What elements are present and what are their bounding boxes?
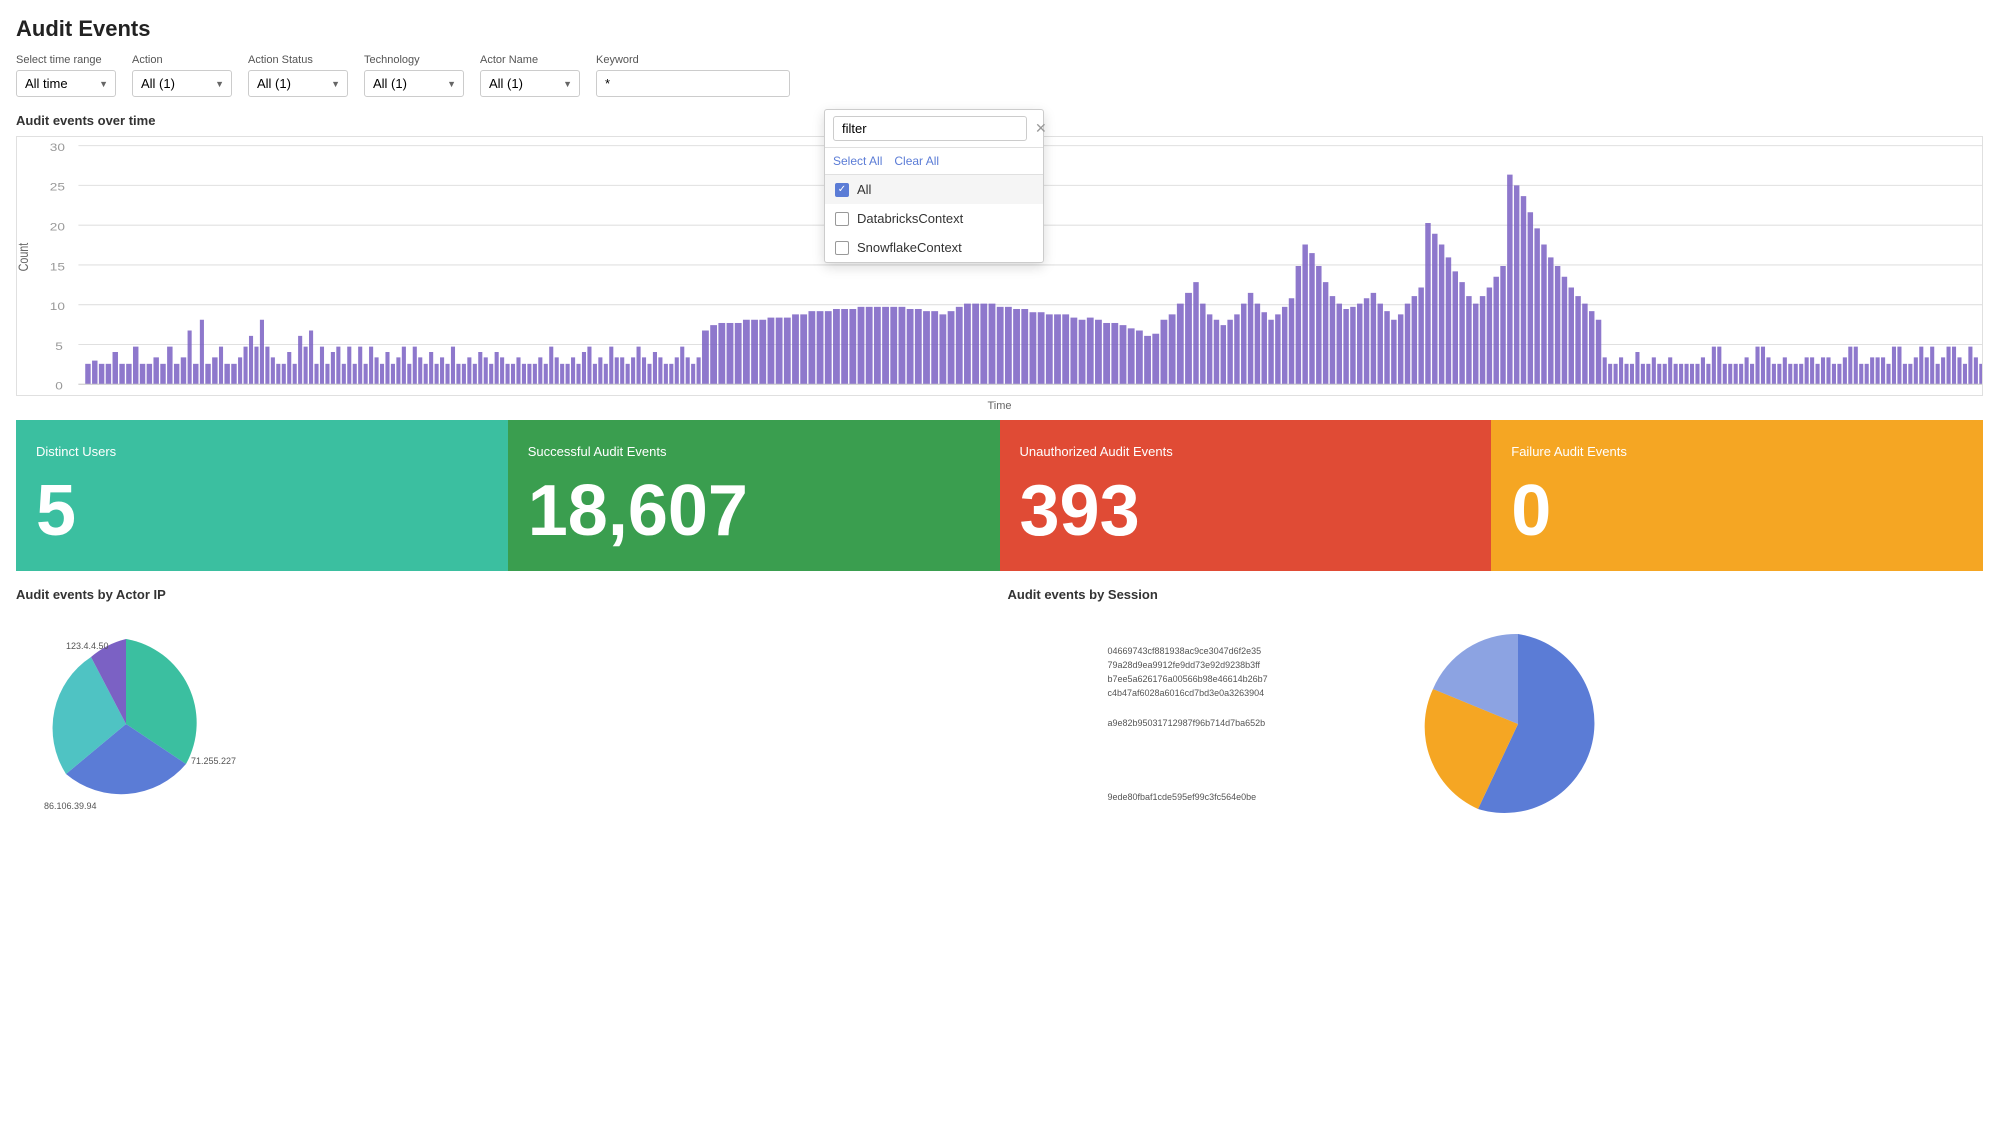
stat-card-failure: Failure Audit Events 0 — [1491, 420, 1983, 571]
action-status-select-wrapper: All (1) — [248, 70, 348, 97]
dropdown-actions: Select All Clear All — [825, 148, 1043, 175]
technology-select-wrapper: All (1) — [364, 70, 464, 97]
svg-text:86.106.39.94: 86.106.39.94 — [44, 801, 97, 811]
filter-group-actor-name: Actor Name All (1) — [480, 54, 580, 97]
stat-card-label-0: Distinct Users — [36, 444, 488, 459]
action-select[interactable]: All (1) — [132, 70, 232, 97]
stat-card-label-3: Failure Audit Events — [1511, 444, 1963, 459]
filter-label-time: Select time range — [16, 54, 116, 66]
dropdown-option-databricks[interactable]: DatabricksContext — [825, 204, 1043, 233]
svg-text:15: 15 — [50, 261, 65, 273]
bottom-charts: Audit events by Actor IP 123.4.4.50 71.2… — [16, 587, 1983, 834]
filter-group-action-status: Action Status All (1) — [248, 54, 348, 97]
stat-card-value-2: 393 — [1020, 475, 1472, 547]
actor-ip-pie-svg: 123.4.4.50 71.255.227.20 86.106.39.94 — [16, 619, 236, 829]
actor-ip-section: Audit events by Actor IP 123.4.4.50 71.2… — [16, 587, 992, 834]
actor-name-select[interactable]: All (1) — [480, 70, 580, 97]
session-pie-svg — [1418, 624, 1618, 824]
keyword-input[interactable] — [596, 70, 790, 97]
filter-label-keyword: Keyword — [596, 54, 790, 66]
clear-all-button[interactable]: Clear All — [894, 154, 939, 168]
dropdown-search-row: ✕ — [825, 110, 1043, 148]
session-pie-container: 04669743cf881938ac9ce3047d6f2e35 79a28d9… — [1008, 614, 1984, 834]
time-range-select-wrapper: All time — [16, 70, 116, 97]
session-label-5: 9ede80fbaf1cde595ef99c3fc564e0be — [1108, 792, 1388, 802]
session-label-1: 79a28d9ea9912fe9dd73e92d9238b3ff — [1108, 660, 1388, 670]
filter-label-action-status: Action Status — [248, 54, 348, 66]
session-label-3: c4b47af6028a6016cd7bd3e0a3263904 — [1108, 688, 1388, 698]
technology-select[interactable]: All (1) — [364, 70, 464, 97]
svg-text:5: 5 — [55, 340, 63, 352]
session-label-0: 04669743cf881938ac9ce3047d6f2e35 — [1108, 646, 1388, 656]
stat-card-successful: Successful Audit Events 18,607 — [508, 420, 1000, 571]
stat-card-value-1: 18,607 — [528, 475, 980, 547]
stat-card-distinct-users: Distinct Users 5 — [16, 420, 508, 571]
filter-group-time: Select time range All time — [16, 54, 116, 97]
dropdown-search-input[interactable] — [833, 116, 1027, 141]
stat-card-value-3: 0 — [1511, 475, 1963, 547]
action-select-wrapper: All (1) — [132, 70, 232, 97]
svg-text:30: 30 — [50, 141, 65, 153]
page-title: Audit Events — [16, 16, 1983, 42]
stat-card-unauthorized: Unauthorized Audit Events 393 — [1000, 420, 1492, 571]
dropdown-clear-button[interactable]: ✕ — [1033, 120, 1049, 137]
action-status-select[interactable]: All (1) — [248, 70, 348, 97]
option-label-databricks: DatabricksContext — [857, 211, 963, 226]
svg-text:25: 25 — [50, 181, 65, 193]
svg-text:123.4.4.50: 123.4.4.50 — [66, 641, 109, 651]
filter-row: Select time range All time Action All (1… — [16, 54, 1983, 97]
svg-text:71.255.227.20: 71.255.227.20 — [191, 756, 236, 766]
checkbox-snowflake — [835, 241, 849, 255]
stat-card-value-0: 5 — [36, 475, 488, 547]
filter-label-action: Action — [132, 54, 232, 66]
session-labels: 04669743cf881938ac9ce3047d6f2e35 79a28d9… — [1108, 646, 1388, 802]
svg-text:Count: Count — [17, 242, 31, 271]
session-label-2: b7ee5a626176a00566b98e46614b26b7 — [1108, 674, 1388, 684]
session-title: Audit events by Session — [1008, 587, 1984, 602]
svg-text:0: 0 — [55, 380, 63, 392]
filter-group-action: Action All (1) — [132, 54, 232, 97]
stat-card-label-2: Unauthorized Audit Events — [1020, 444, 1472, 459]
session-section: Audit events by Session 04669743cf881938… — [1008, 587, 1984, 834]
filter-label-technology: Technology — [364, 54, 464, 66]
stat-cards: Distinct Users 5 Successful Audit Events… — [16, 420, 1983, 571]
audit-events-page: Audit Events Select time range All time … — [0, 0, 1999, 1129]
checkbox-databricks — [835, 212, 849, 226]
technology-dropdown: ✕ Select All Clear All ✓ All DatabricksC… — [824, 109, 1044, 263]
svg-text:10: 10 — [50, 300, 65, 312]
option-label-all: All — [857, 182, 871, 197]
svg-text:20: 20 — [50, 221, 65, 233]
dropdown-option-snowflake[interactable]: SnowflakeContext — [825, 233, 1043, 262]
option-label-snowflake: SnowflakeContext — [857, 240, 962, 255]
dropdown-option-all[interactable]: ✓ All — [825, 175, 1043, 204]
actor-ip-pie-container: 123.4.4.50 71.255.227.20 86.106.39.94 — [16, 614, 992, 834]
checkbox-all: ✓ — [835, 183, 849, 197]
filter-label-actor-name: Actor Name — [480, 54, 580, 66]
time-range-select[interactable]: All time — [16, 70, 116, 97]
stat-card-label-1: Successful Audit Events — [528, 444, 980, 459]
select-all-button[interactable]: Select All — [833, 154, 882, 168]
session-label-4: a9e82b95031712987f96b714d7ba652b — [1108, 718, 1388, 728]
filter-group-keyword: Keyword — [596, 54, 790, 97]
filter-group-technology: Technology All (1) ✕ Select All Clear Al… — [364, 54, 464, 97]
actor-ip-title: Audit events by Actor IP — [16, 587, 992, 602]
chart-x-label: Time — [16, 400, 1983, 412]
actor-name-select-wrapper: All (1) — [480, 70, 580, 97]
